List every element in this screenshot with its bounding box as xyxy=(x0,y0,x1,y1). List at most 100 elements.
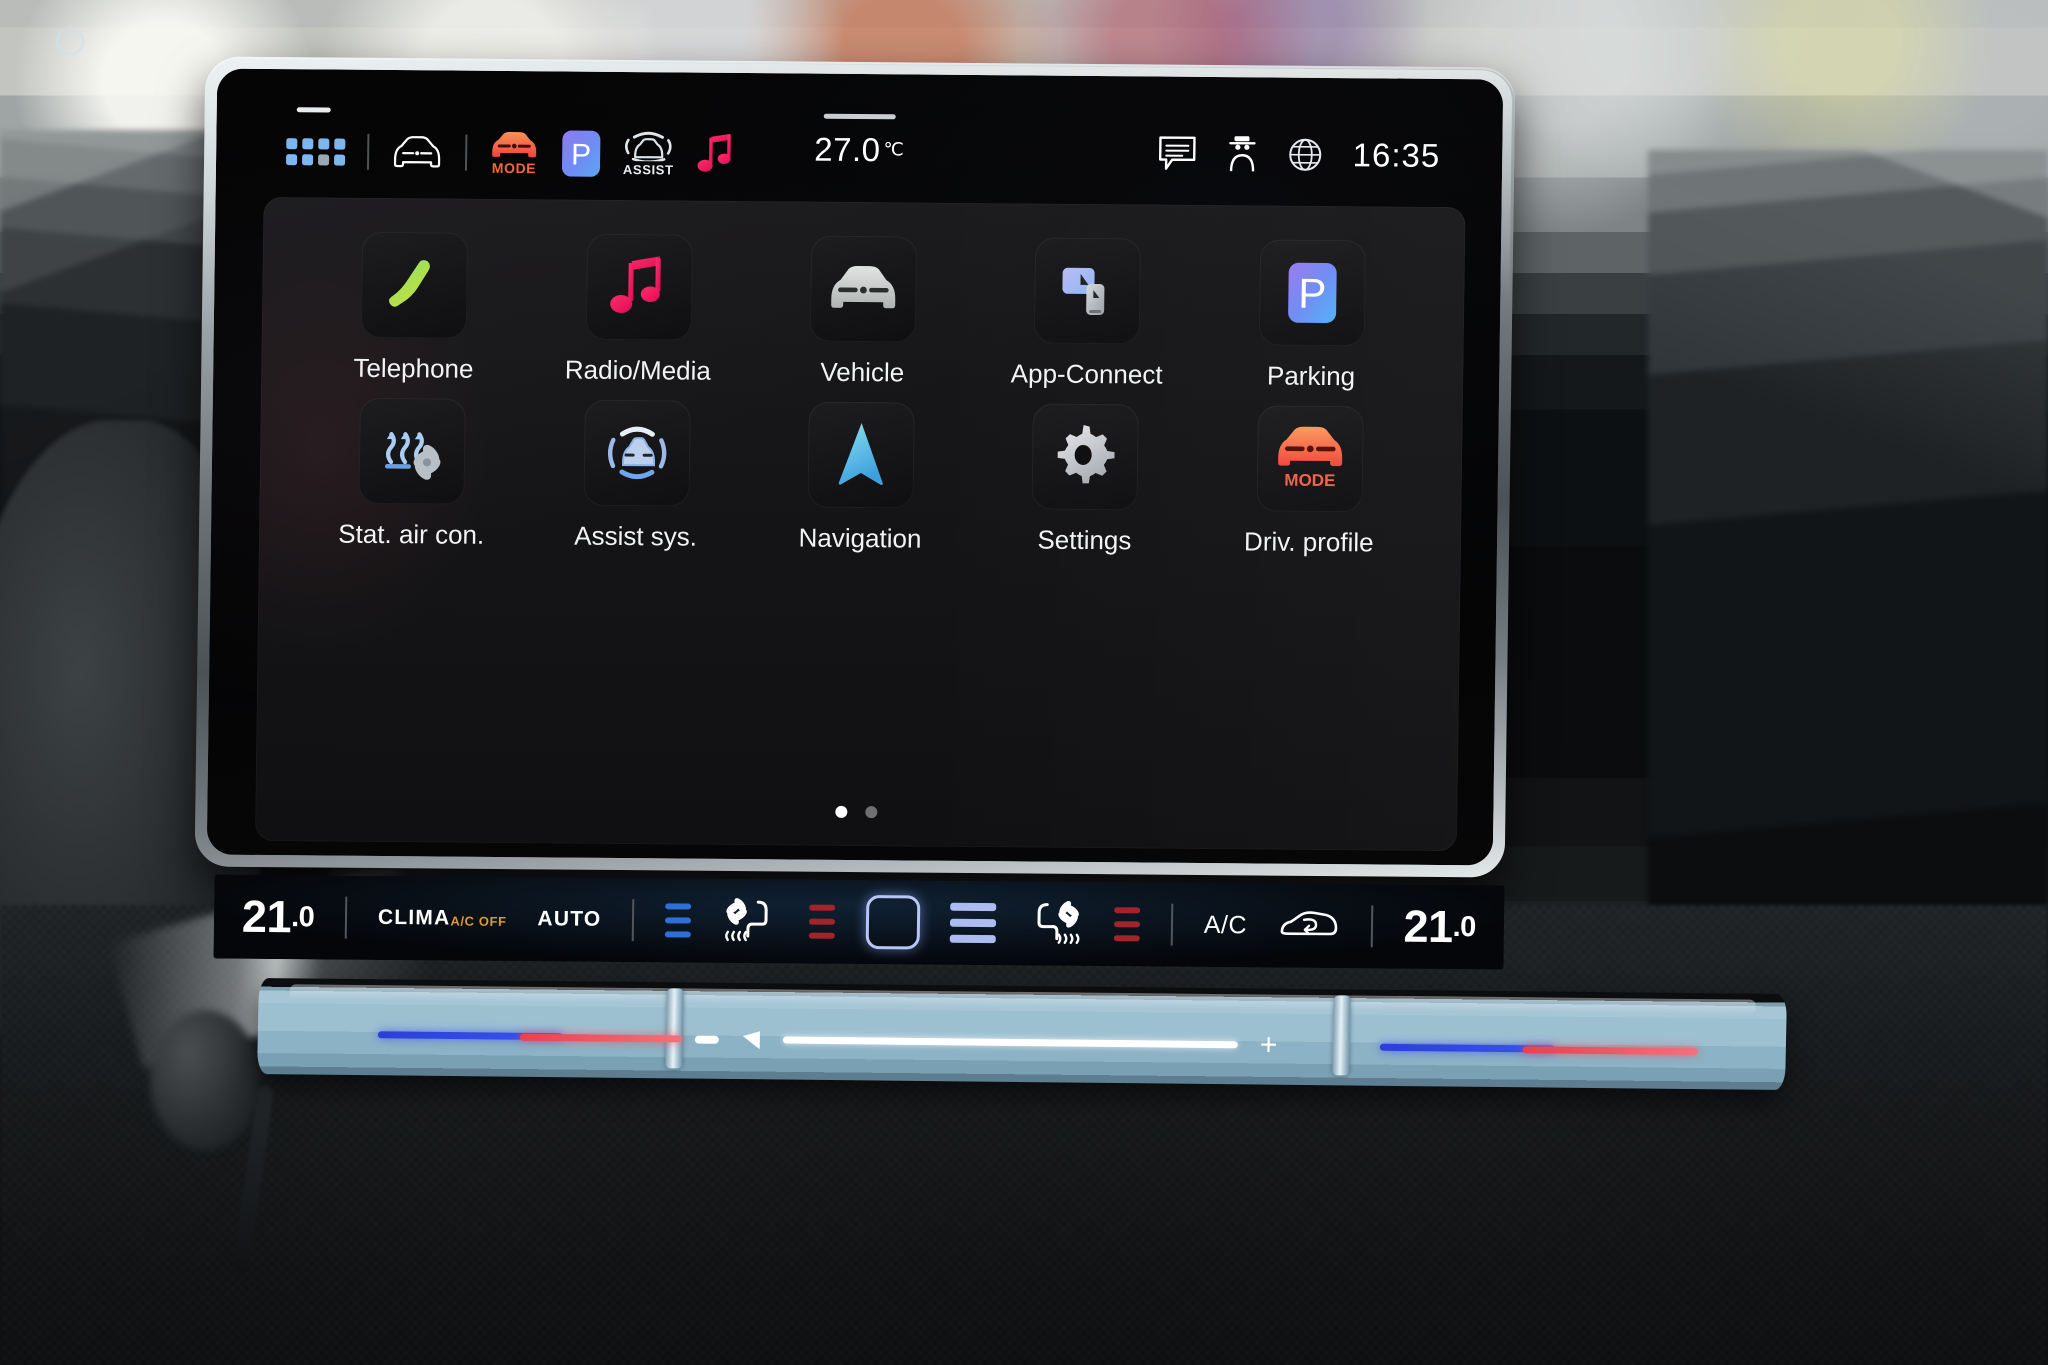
climate-divider xyxy=(344,896,348,939)
fan-speed-level[interactable] xyxy=(950,902,997,944)
status-bar-left-group: MODE P ASSIST xyxy=(286,127,736,179)
app-label: App-Connect xyxy=(1010,358,1163,390)
strip-divider-right xyxy=(1332,995,1351,1076)
touchscreen[interactable]: MODE P ASSIST 27.0 ℃ 16:35 Telephone Rad… xyxy=(206,68,1504,866)
app-label: Driv. profile xyxy=(1243,526,1374,558)
pull-down-handle[interactable] xyxy=(296,107,331,113)
auto-button[interactable]: AUTO xyxy=(537,907,601,932)
parking-p-icon: P xyxy=(1287,262,1337,323)
volume-up-icon[interactable]: + xyxy=(1260,1028,1278,1061)
home-square-icon[interactable] xyxy=(865,895,920,950)
app-stationary-air-conditioning[interactable]: Stat. air con. xyxy=(299,397,525,551)
passenger-temperature[interactable]: 21.0 xyxy=(1403,901,1476,954)
app-assist-systems[interactable]: Assist sys. xyxy=(523,399,749,553)
svg-text:P: P xyxy=(571,139,591,172)
app-label: Vehicle xyxy=(820,356,905,388)
infotainment-unit: MODE P ASSIST 27.0 ℃ 16:35 Telephone Rad… xyxy=(194,56,1516,878)
app-tile[interactable]: MODE xyxy=(1256,405,1364,513)
driving-mode-label: MODE xyxy=(491,159,537,176)
app-telephone[interactable]: Telephone xyxy=(301,231,527,385)
gear-icon xyxy=(1058,424,1115,484)
app-radio-media[interactable]: Radio/Media xyxy=(525,233,751,387)
app-tile[interactable] xyxy=(809,235,918,343)
app-driving-profile[interactable]: MODE Driv. profile xyxy=(1196,405,1422,559)
status-bar-right-group: 16:35 xyxy=(1158,135,1441,175)
app-vehicle[interactable]: Vehicle xyxy=(750,235,976,389)
strip-divider-left xyxy=(665,988,684,1069)
page-indicator xyxy=(255,801,1457,823)
assist-radar-car-icon[interactable]: ASSIST xyxy=(623,131,674,177)
driver-seat-ventilation-level[interactable] xyxy=(664,903,692,938)
app-label: Radio/Media xyxy=(564,354,712,386)
ignition-knob xyxy=(150,1010,260,1150)
passenger-temp-int: 21 xyxy=(1403,900,1453,953)
driver-temp-dec: .0 xyxy=(290,900,315,933)
physical-slider-strip: + xyxy=(257,977,1787,1091)
app-label: Settings xyxy=(1037,524,1132,556)
heat-waves-fan-icon xyxy=(385,431,441,480)
climate-divider xyxy=(1370,905,1374,948)
car-front-icon xyxy=(831,265,896,309)
air-recirculation-icon[interactable] xyxy=(1278,910,1340,943)
temperature-unit: ℃ xyxy=(883,139,905,160)
svg-text:P: P xyxy=(1298,270,1327,317)
page-dot-1[interactable] xyxy=(835,805,848,818)
pull-down-handle-center[interactable] xyxy=(823,113,896,120)
temperature-number: 27.0 xyxy=(814,130,881,169)
app-parking[interactable]: P Parking xyxy=(1199,239,1425,393)
clima-button[interactable]: CLIMA A/C OFF xyxy=(377,905,507,930)
app-label: Assist sys. xyxy=(574,520,698,552)
app-tile[interactable] xyxy=(1034,237,1142,345)
music-note-icon[interactable] xyxy=(695,133,736,177)
app-app-connect[interactable]: App-Connect xyxy=(974,237,1200,391)
app-tile[interactable] xyxy=(583,399,691,507)
climate-divider xyxy=(631,899,635,942)
seat-climate-left-icon[interactable] xyxy=(722,898,779,944)
message-bubble-icon[interactable] xyxy=(1158,136,1197,172)
clima-status: A/C OFF xyxy=(450,913,507,929)
status-divider xyxy=(366,133,370,170)
privacy-person-icon[interactable] xyxy=(1226,135,1259,173)
climate-control-bar: 21.0 CLIMA A/C OFF AUTO A/C 21 .0 xyxy=(213,874,1505,970)
app-label: Navigation xyxy=(798,522,922,554)
driver-seat-heating-level[interactable] xyxy=(808,904,836,939)
vehicle-front-icon[interactable] xyxy=(391,135,443,169)
temperature-value: 27.0 ℃ xyxy=(814,131,904,170)
passenger-seat-heating-level[interactable] xyxy=(1113,907,1141,942)
ac-button[interactable]: A/C xyxy=(1204,910,1248,939)
phone-projection-icon xyxy=(1062,267,1105,316)
music-note-icon xyxy=(609,256,661,313)
app-grid: Telephone Radio/Media Vehicle App-Connec… xyxy=(299,231,1425,559)
clock: 16:35 xyxy=(1352,136,1441,174)
app-navigation[interactable]: Navigation xyxy=(748,401,974,555)
app-menu-panel: Telephone Radio/Media Vehicle App-Connec… xyxy=(254,196,1466,852)
apps-grid-icon[interactable] xyxy=(286,137,346,166)
assist-label: ASSIST xyxy=(622,161,674,178)
volume-down-dot[interactable] xyxy=(694,1035,719,1044)
app-tile[interactable] xyxy=(585,233,693,341)
navigation-arrow-icon xyxy=(838,423,883,486)
app-tile[interactable] xyxy=(1031,403,1140,511)
volume-down-icon[interactable] xyxy=(737,1031,760,1050)
app-tile[interactable] xyxy=(807,401,915,509)
globe-icon[interactable] xyxy=(1288,138,1322,172)
driving-mode-car-icon[interactable]: MODE xyxy=(489,130,540,176)
parking-p-icon[interactable]: P xyxy=(561,129,602,177)
app-label: Parking xyxy=(1266,360,1356,392)
assist-radar-car-icon xyxy=(607,426,666,480)
page-dot-2[interactable] xyxy=(865,806,878,819)
clima-label: CLIMA xyxy=(377,905,451,930)
passenger-temp-dec: .0 xyxy=(1452,910,1477,943)
driver-temperature[interactable]: 21.0 xyxy=(242,891,315,944)
status-divider xyxy=(464,134,468,171)
app-tile[interactable] xyxy=(360,231,469,339)
app-label: Telephone xyxy=(353,352,474,384)
app-tile[interactable] xyxy=(358,397,467,505)
seat-climate-right-icon[interactable] xyxy=(1027,900,1084,946)
driving-mode-badge: MODE xyxy=(1284,471,1335,490)
app-settings[interactable]: Settings xyxy=(972,403,1198,557)
app-tile[interactable]: P xyxy=(1258,239,1366,347)
app-label: Stat. air con. xyxy=(338,518,485,550)
power-icon[interactable] xyxy=(50,22,90,62)
outside-temperature: 27.0 ℃ xyxy=(814,113,905,170)
